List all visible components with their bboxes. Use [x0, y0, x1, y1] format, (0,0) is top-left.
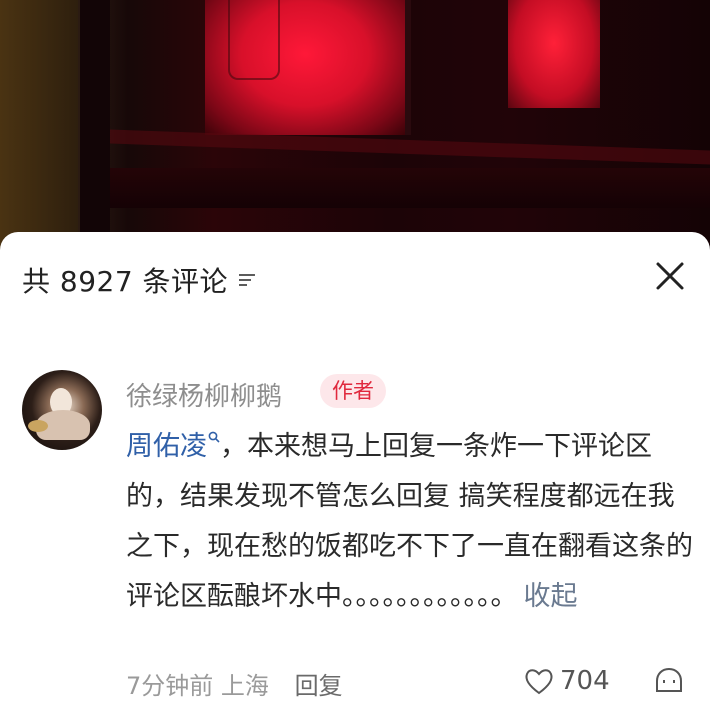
close-icon[interactable] [652, 258, 688, 294]
dislike-icon[interactable] [652, 664, 686, 698]
like-button[interactable]: 704 [522, 664, 610, 698]
background-wooden-post [0, 0, 78, 250]
video-background [0, 0, 710, 250]
like-count: 704 [560, 666, 610, 696]
comment-header: 共 8927 条评论 [22, 260, 256, 300]
avatar[interactable] [22, 370, 102, 450]
comment-time: 7分钟前 [126, 672, 214, 700]
comment-username[interactable]: 徐绿杨柳柳鹅 [126, 376, 282, 413]
author-badge: 作者 [320, 374, 386, 408]
collapse-button[interactable]: 收起 [524, 581, 578, 612]
comment-sheet: 共 8927 条评论 徐绿杨柳柳鹅 作者 周佑凌 ，本来想马上回复一条炸一下评论区… [0, 232, 710, 718]
comment-meta: 7分钟前 上海 回复 [126, 666, 343, 701]
comment-text: 周佑凌 ，本来想马上回复一条炸一下评论区的，结果发现不管怎么回复 搞笑程度都远在我… [126, 422, 696, 622]
mention-name[interactable]: 周佑凌 [126, 431, 207, 462]
background-beam-lower [110, 168, 710, 208]
sort-lines-icon[interactable] [238, 272, 256, 288]
reply-button[interactable]: 回复 [295, 672, 343, 700]
comment-location: 上海 [220, 672, 269, 700]
background-dark-post [80, 0, 110, 250]
heart-icon[interactable] [522, 664, 556, 698]
comment-count-title: 共 8927 条评论 [22, 265, 229, 298]
mention-link[interactable]: 周佑凌 [126, 431, 220, 462]
search-icon [208, 431, 220, 443]
background-lantern [228, 0, 280, 80]
background-red-window-right [508, 0, 600, 108]
